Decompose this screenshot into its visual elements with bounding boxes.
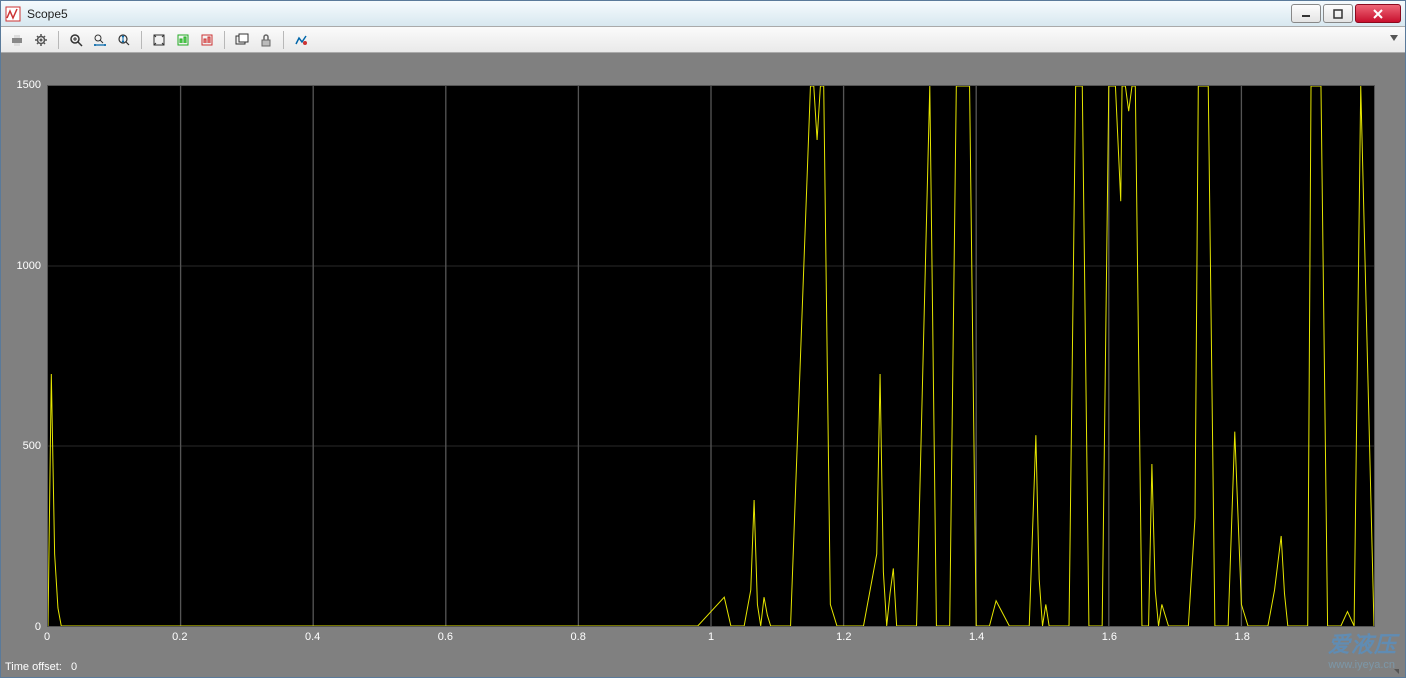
floating-scope-icon[interactable] [232, 30, 252, 50]
lock-icon[interactable] [256, 30, 276, 50]
time-offset-value: 0 [71, 661, 77, 673]
x-tick-label: 1.2 [836, 627, 851, 643]
zoom-y-icon[interactable] [114, 30, 134, 50]
x-tick-label: 1.6 [1102, 627, 1117, 643]
close-button[interactable] [1355, 4, 1401, 23]
x-tick-label: 1 [708, 627, 714, 643]
plot-area[interactable]: 05001000150000.20.40.60.811.21.41.61.8 [47, 85, 1375, 627]
zoom-xy-icon[interactable] [90, 30, 110, 50]
restore-config-icon[interactable] [197, 30, 217, 50]
autoscale-icon[interactable] [149, 30, 169, 50]
x-tick-label: 1.8 [1235, 627, 1250, 643]
x-tick-label: 0 [44, 627, 50, 643]
y-tick-label: 1000 [17, 260, 47, 272]
watermark: 爱液压 [1328, 627, 1397, 659]
window-controls [1289, 4, 1401, 23]
watermark-sub: www.iyeya.cn [1328, 659, 1395, 671]
titlebar[interactable]: Scope5 [1, 1, 1405, 27]
x-tick-label: 1.4 [969, 627, 984, 643]
signal-select-icon[interactable] [291, 30, 311, 50]
save-config-icon[interactable] [173, 30, 193, 50]
window-frame: Scope5 05001000150000.20.40.60.811.21.41… [0, 0, 1406, 678]
app-icon [5, 6, 21, 22]
y-tick-label: 1500 [17, 79, 47, 91]
status-bar: Time offset: 0 [5, 661, 77, 673]
x-tick-label: 0.8 [571, 627, 586, 643]
maximize-button[interactable] [1323, 4, 1353, 23]
zoom-in-icon[interactable] [66, 30, 86, 50]
time-offset-label: Time offset: [5, 661, 62, 673]
x-tick-label: 0.6 [438, 627, 453, 643]
minimize-button[interactable] [1291, 4, 1321, 23]
y-tick-label: 500 [23, 440, 47, 452]
toolbar [1, 27, 1405, 53]
window-title: Scope5 [27, 7, 1289, 21]
resize-grip-icon[interactable] [1394, 669, 1399, 674]
x-tick-label: 0.2 [172, 627, 187, 643]
x-tick-label: 0.4 [305, 627, 320, 643]
gear-icon[interactable] [31, 30, 51, 50]
print-icon[interactable] [7, 30, 27, 50]
toolbar-collapse-icon[interactable] [1389, 33, 1399, 46]
scope-body: 05001000150000.20.40.60.811.21.41.61.8 T… [1, 53, 1405, 677]
